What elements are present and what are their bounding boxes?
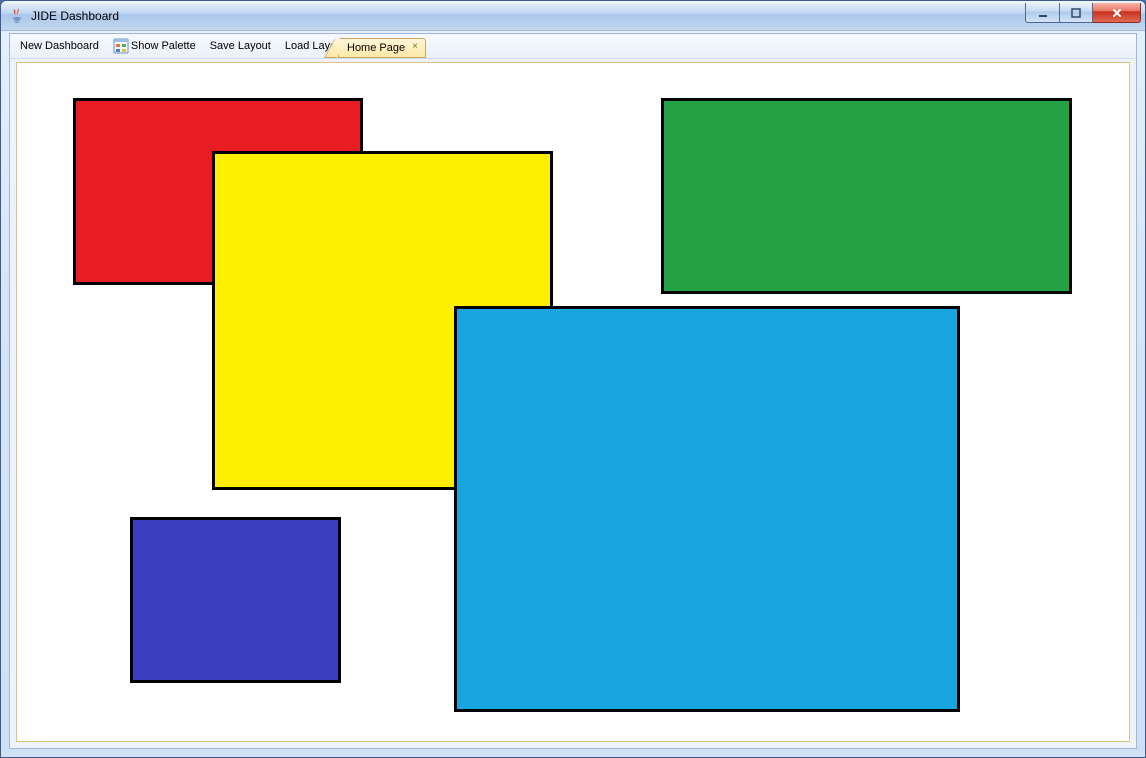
new-dashboard-button[interactable]: New Dashboard xyxy=(16,38,103,54)
titlebar: JIDE Dashboard xyxy=(1,1,1145,31)
minimize-button[interactable] xyxy=(1025,3,1059,23)
java-app-icon xyxy=(9,8,25,24)
dashboard-canvas[interactable] xyxy=(17,63,1129,741)
app-window: JIDE Dashboard New Dashboard xyxy=(0,0,1146,758)
close-button[interactable] xyxy=(1093,3,1141,23)
dashboard-canvas-frame xyxy=(16,62,1130,742)
tab-home-page[interactable]: Home Page × xyxy=(338,38,426,58)
show-palette-label: Show Palette xyxy=(131,40,196,52)
indigo-rect[interactable] xyxy=(130,517,341,683)
tab-strip: Home Page × xyxy=(338,36,426,58)
tab-close-icon[interactable]: × xyxy=(409,41,421,53)
blue-rect[interactable] xyxy=(454,306,960,712)
client-area: New Dashboard Show Palette Save Layout L… xyxy=(9,33,1137,749)
save-layout-button[interactable]: Save Layout xyxy=(206,38,275,54)
show-palette-button[interactable]: Show Palette xyxy=(109,36,200,56)
window-buttons xyxy=(1025,3,1141,23)
toolbar: New Dashboard Show Palette Save Layout L… xyxy=(10,34,1136,59)
palette-icon xyxy=(113,38,129,54)
green-rect[interactable] xyxy=(661,98,1072,294)
tab-label: Home Page xyxy=(347,42,405,54)
window-title: JIDE Dashboard xyxy=(31,9,1025,23)
maximize-button[interactable] xyxy=(1059,3,1093,23)
